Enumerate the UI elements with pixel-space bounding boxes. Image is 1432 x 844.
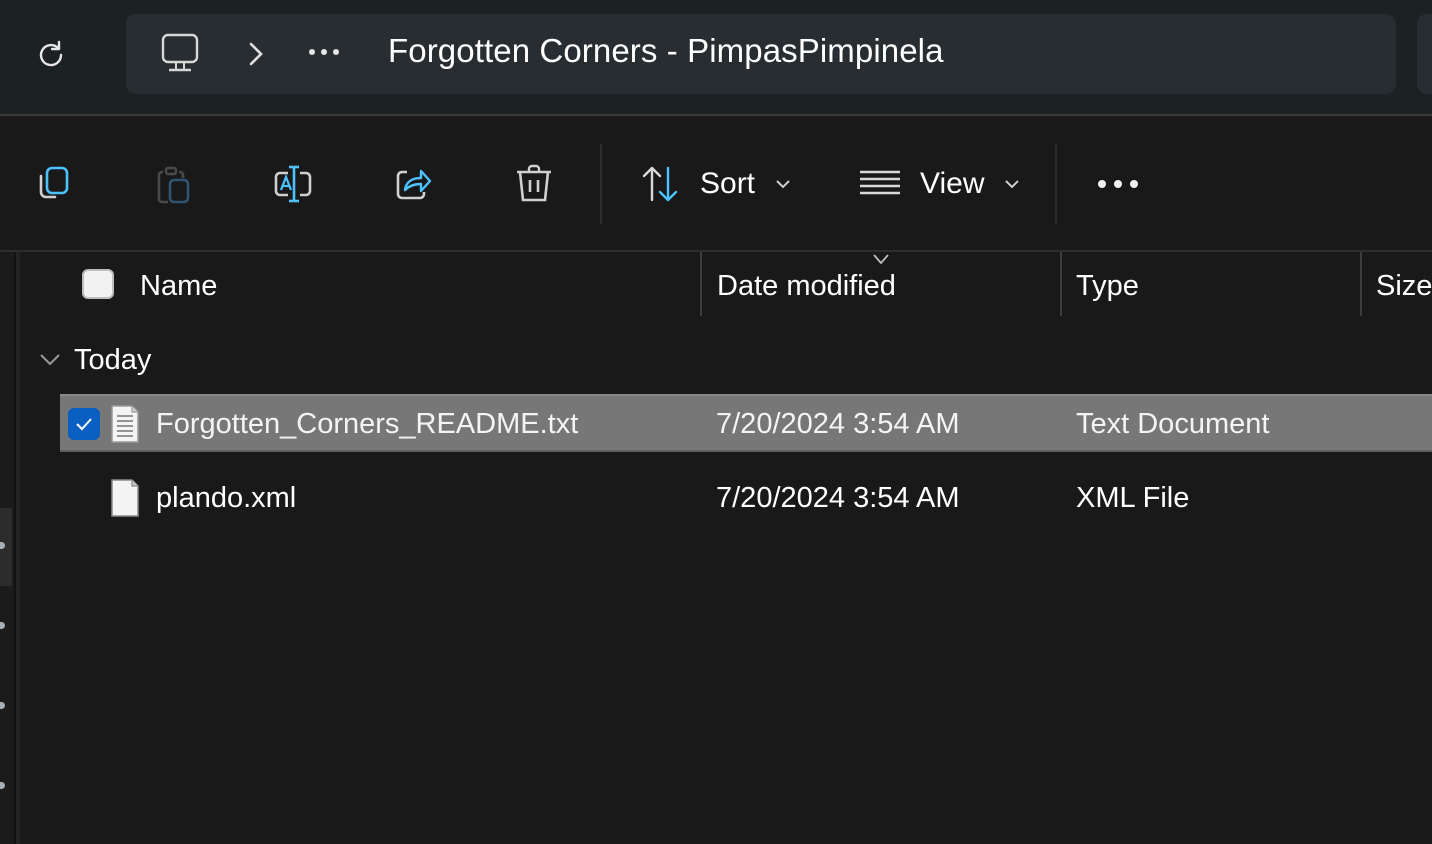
- group-label: Today: [74, 343, 152, 376]
- text-document-icon: [111, 405, 139, 443]
- view-label: View: [920, 167, 985, 200]
- rename-icon: [274, 165, 312, 203]
- rename-button[interactable]: [272, 152, 316, 216]
- chevron-down-icon: [1005, 180, 1020, 189]
- command-bar: Sort View: [0, 116, 1432, 250]
- column-resize-handle[interactable]: [1360, 252, 1362, 316]
- file-date-modified: 7/20/2024 3:54 AM: [716, 408, 960, 440]
- chevron-down-icon: [40, 354, 60, 366]
- breadcrumb-current-folder[interactable]: Forgotten Corners - PimpasPimpinela: [388, 32, 944, 70]
- column-header-label: Size: [1376, 269, 1432, 302]
- group-header-today[interactable]: Today: [38, 340, 151, 380]
- file-type: Text Document: [1076, 408, 1270, 440]
- delete-icon: [517, 164, 551, 202]
- file-type: XML File: [1076, 482, 1190, 514]
- copy-icon: [39, 166, 69, 199]
- column-header-label: Type: [1076, 269, 1139, 302]
- checkmark-icon: [76, 418, 92, 431]
- details-view-icon: [860, 170, 900, 195]
- sort-icon: [642, 166, 678, 202]
- see-more-button[interactable]: [1094, 152, 1142, 216]
- more-horizontal-icon: [309, 49, 339, 55]
- column-header-type[interactable]: Type: [1076, 252, 1139, 320]
- file-name[interactable]: Forgotten_Corners_README.txt: [156, 408, 578, 441]
- toolbar-separator: [1055, 144, 1057, 224]
- refresh-button[interactable]: [22, 30, 80, 80]
- select-all-checkbox[interactable]: [82, 269, 114, 299]
- share-icon: [396, 169, 432, 200]
- column-header-name[interactable]: Name: [140, 252, 217, 320]
- search-box[interactable]: [1417, 14, 1432, 94]
- chevron-right-icon[interactable]: [244, 40, 268, 68]
- breadcrumb-overflow-button[interactable]: [304, 32, 344, 72]
- file-date-modified: 7/20/2024 3:54 AM: [716, 482, 960, 514]
- column-resize-handle[interactable]: [700, 252, 702, 316]
- share-button[interactable]: [392, 152, 436, 216]
- file-row[interactable]: plando.xml 7/20/2024 3:54 AM XML File: [60, 470, 1432, 528]
- blank-document-icon: [111, 479, 139, 517]
- more-horizontal-icon: [1098, 180, 1138, 188]
- view-button[interactable]: View: [858, 152, 1020, 216]
- paste-icon: [157, 166, 190, 204]
- address-bar[interactable]: Forgotten Corners - PimpasPimpinela: [126, 14, 1396, 94]
- file-name[interactable]: plando.xml: [156, 482, 296, 515]
- refresh-icon: [39, 40, 63, 67]
- file-row[interactable]: Forgotten_Corners_README.txt 7/20/2024 3…: [60, 394, 1432, 452]
- this-pc-icon[interactable]: [160, 32, 200, 74]
- pane-splitter[interactable]: [16, 252, 20, 844]
- column-resize-handle[interactable]: [1060, 252, 1062, 316]
- copy-button[interactable]: [32, 152, 76, 216]
- column-header-size[interactable]: Size: [1376, 252, 1432, 320]
- column-header-date-modified[interactable]: Date modified: [717, 252, 896, 320]
- sort-button[interactable]: Sort: [638, 152, 791, 216]
- address-region: Forgotten Corners - PimpasPimpinela: [0, 0, 1432, 114]
- sort-label: Sort: [700, 167, 756, 200]
- paste-button[interactable]: [152, 152, 196, 216]
- chevron-down-icon: [776, 180, 790, 189]
- column-header-label: Name: [140, 269, 218, 302]
- delete-button[interactable]: [512, 152, 556, 216]
- column-header-label: Date modified: [717, 269, 896, 302]
- row-checkbox[interactable]: [68, 408, 100, 440]
- toolbar-separator: [600, 144, 602, 224]
